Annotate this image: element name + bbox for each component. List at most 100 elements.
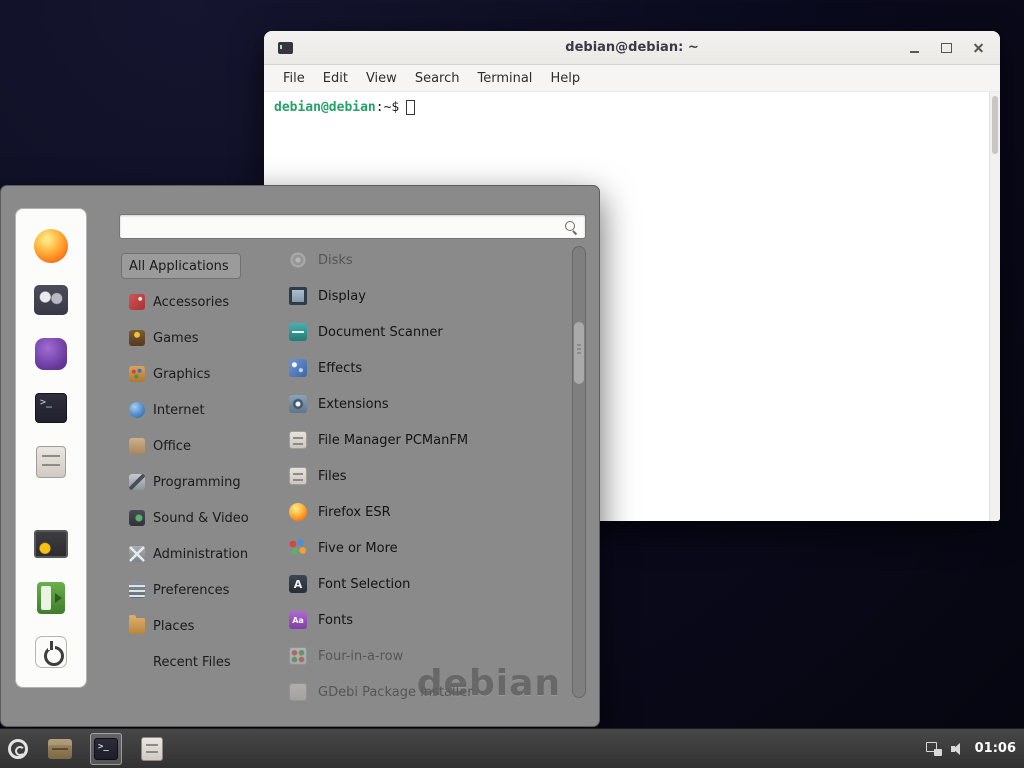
terminal-title: debian@debian: ~	[264, 40, 1000, 55]
app-icon	[289, 431, 307, 449]
app-icon	[289, 647, 307, 665]
app-item-effects[interactable]: Effects	[289, 350, 561, 386]
debian-watermark: debian	[417, 663, 561, 704]
app-list-scrollbar[interactable]	[572, 246, 586, 698]
category-icon	[129, 438, 145, 454]
app-icon	[289, 359, 307, 377]
app-item-document-scanner[interactable]: Document Scanner	[289, 314, 561, 350]
lock-screen-button[interactable]	[29, 527, 73, 561]
category-preferences[interactable]: Preferences	[121, 572, 271, 608]
menubar-item[interactable]: Help	[541, 71, 589, 86]
app-label: Files	[318, 469, 347, 484]
favorite-icon	[35, 338, 67, 370]
app-item-file-manager-pcmanfm[interactable]: File Manager PCManFM	[289, 422, 561, 458]
category-icon	[129, 294, 145, 310]
menubar-item[interactable]: Terminal	[468, 71, 541, 86]
logout-button[interactable]	[29, 581, 73, 615]
menubar-item[interactable]: Edit	[314, 71, 357, 86]
session-icon	[34, 530, 68, 558]
taskbar-file-manager-button[interactable]	[44, 733, 76, 765]
category-label: Administration	[153, 547, 248, 562]
taskbar-terminal-button[interactable]	[90, 733, 122, 765]
category-internet[interactable]: Internet	[121, 392, 271, 428]
category-label: Preferences	[153, 583, 229, 598]
app-item-extensions[interactable]: Extensions	[289, 386, 561, 422]
category-accessories[interactable]: Accessories	[121, 284, 271, 320]
category-icon	[129, 330, 145, 346]
app-label: Display	[318, 289, 366, 304]
app-label: Firefox ESR	[318, 505, 391, 520]
menubar-item[interactable]: Search	[406, 71, 469, 86]
app-list-scrollbar-thumb[interactable]	[574, 322, 584, 384]
prompt-path: :~$	[376, 100, 399, 115]
category-label: Accessories	[153, 295, 229, 310]
category-label: Programming	[153, 475, 241, 490]
category-programming[interactable]: Programming	[121, 464, 271, 500]
favorite-users[interactable]	[29, 283, 73, 317]
application-list: Disks Display Document Scanner Effects	[289, 242, 561, 702]
app-label: Font Selection	[318, 577, 410, 592]
category-icon	[129, 546, 145, 562]
app-icon	[289, 323, 307, 341]
category-administration[interactable]: Administration	[121, 536, 271, 572]
favorites-group	[29, 229, 73, 479]
app-icon	[289, 539, 307, 557]
favorite-software[interactable]	[29, 337, 73, 371]
close-icon[interactable]	[966, 36, 990, 60]
terminal-titlebar[interactable]: debian@debian: ~	[264, 31, 1000, 65]
category-all-applications[interactable]: All Applications	[121, 253, 241, 279]
app-item-disks[interactable]: Disks	[289, 242, 561, 278]
terminal-cursor	[406, 100, 415, 115]
app-item-display[interactable]: Display	[289, 278, 561, 314]
system-tray: 01:06	[926, 741, 1024, 756]
taskbar-launchers	[36, 733, 168, 765]
category-label: Recent Files	[153, 655, 231, 670]
category-recent-files[interactable]: Recent Files	[121, 644, 271, 680]
category-list: All Applications Accessories Games Graph…	[121, 248, 271, 680]
category-label: Office	[153, 439, 191, 454]
search-input[interactable]	[127, 219, 564, 234]
app-item-font-selection[interactable]: Font Selection	[289, 566, 561, 602]
network-icon[interactable]	[926, 742, 942, 756]
app-label: Disks	[318, 253, 353, 268]
taskbar-files-button[interactable]	[136, 733, 168, 765]
volume-icon[interactable]	[951, 743, 966, 755]
application-menu: All Applications Accessories Games Graph…	[0, 185, 600, 727]
app-label: Fonts	[318, 613, 353, 628]
session-icon	[35, 636, 67, 668]
category-office[interactable]: Office	[121, 428, 271, 464]
category-places[interactable]: Places	[121, 608, 271, 644]
category-sound-video[interactable]: Sound & Video	[121, 500, 271, 536]
category-games[interactable]: Games	[121, 320, 271, 356]
session-group	[29, 527, 73, 669]
clock[interactable]: 01:06	[975, 741, 1016, 756]
app-label: File Manager PCManFM	[318, 433, 468, 448]
menu-button[interactable]	[0, 729, 36, 768]
app-item-files[interactable]: Files	[289, 458, 561, 494]
terminal-scrollbar[interactable]	[989, 92, 1000, 521]
category-icon	[129, 474, 145, 490]
search-box[interactable]	[119, 214, 586, 239]
app-icon	[289, 683, 307, 701]
app-item-fonts[interactable]: Fonts	[289, 602, 561, 638]
menu-logo-icon	[8, 739, 28, 759]
app-item-five-or-more[interactable]: Five or More	[289, 530, 561, 566]
shutdown-button[interactable]	[29, 635, 73, 669]
terminal-scrollbar-thumb[interactable]	[992, 96, 998, 154]
favorites-panel	[15, 208, 87, 688]
favorite-files[interactable]	[29, 445, 73, 479]
category-graphics[interactable]: Graphics	[121, 356, 271, 392]
minimize-icon[interactable]	[902, 36, 926, 60]
category-label: All Applications	[129, 259, 229, 274]
window-controls	[902, 36, 990, 60]
favorite-terminal[interactable]	[29, 391, 73, 425]
prompt-user: debian@debian	[274, 100, 376, 115]
maximize-icon[interactable]	[934, 36, 958, 60]
favorite-firefox[interactable]	[29, 229, 73, 263]
app-label: Four-in-a-row	[318, 649, 403, 664]
menubar-item[interactable]: View	[357, 71, 406, 86]
search-icon	[564, 220, 578, 234]
app-item-firefox-esr[interactable]: Firefox ESR	[289, 494, 561, 530]
app-icon	[289, 395, 307, 413]
menubar-item[interactable]: File	[274, 71, 314, 86]
